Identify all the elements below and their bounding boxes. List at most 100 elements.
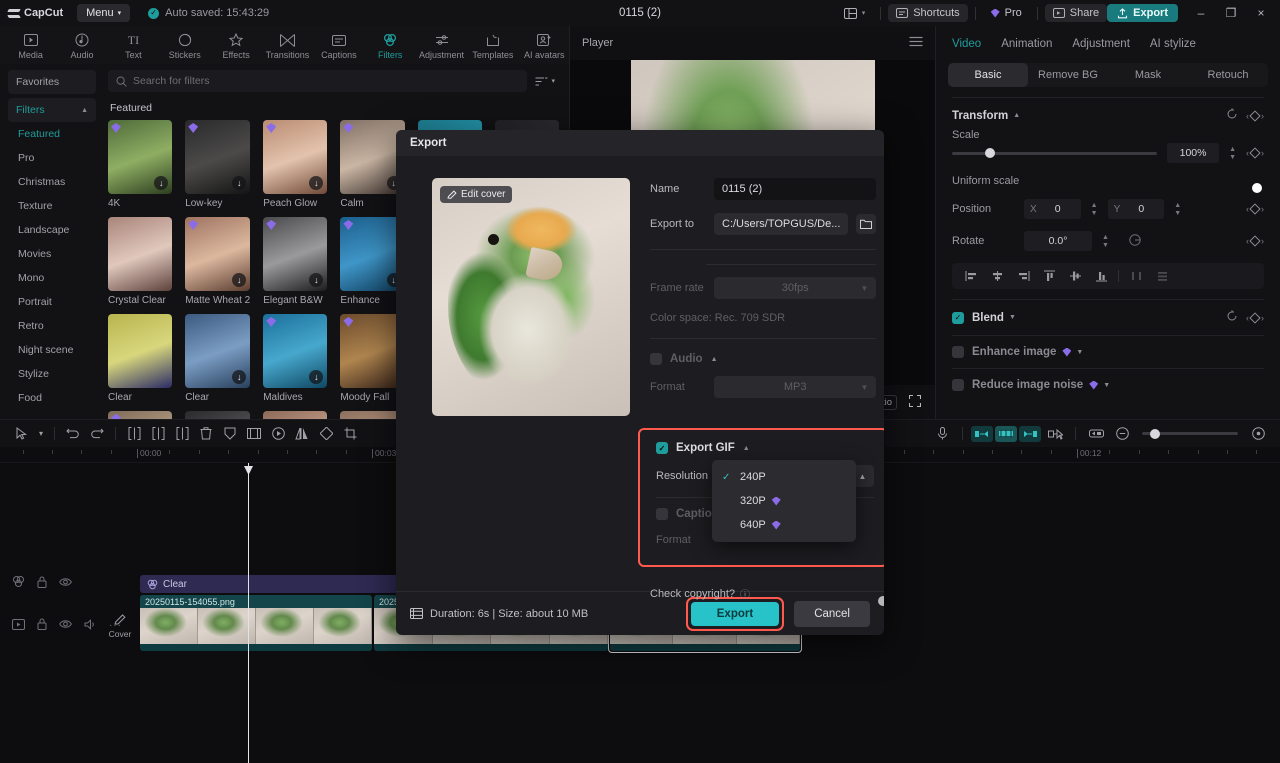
tool-tab-ai-avatars[interactable]: AI avatars [520,31,569,60]
download-icon[interactable]: ↓ [232,370,246,384]
crop-frame-icon[interactable] [242,424,266,444]
audio-checkbox[interactable] [650,353,662,365]
keyframe-control[interactable]: ‹› [1246,236,1264,246]
sidebar-item-movies[interactable]: Movies [8,242,96,266]
sidebar-item-retro[interactable]: Retro [8,314,96,338]
align-left-icon[interactable] [958,267,984,285]
position-x-stepper[interactable]: ▲▼ [1091,202,1098,217]
download-icon[interactable]: ↓ [309,176,323,190]
chevron-up-icon[interactable]: ▲ [1013,112,1020,119]
resolution-option-640p[interactable]: 640P [712,513,856,537]
position-y-field[interactable]: Y 0 [1108,199,1165,219]
sidebar-item-stylize[interactable]: Stylize [8,362,96,386]
tool-tab-transitions[interactable]: Transitions [263,31,312,60]
tool-tab-adjustment[interactable]: Adjustment [417,31,466,60]
maximize-button[interactable]: ❐ [1216,0,1246,26]
keyframe-control[interactable]: ‹› [1246,204,1264,214]
keyframe-control[interactable]: ‹› [1246,148,1264,158]
scale-value[interactable]: 100% [1167,143,1219,163]
shortcuts-button[interactable]: Shortcuts [888,4,967,22]
video-clip-1[interactable]: 20250115-154055.png [140,595,372,651]
auto-cut-middle-icon[interactable] [995,426,1017,442]
resolution-option-240p[interactable]: ✓ 240P [712,465,856,489]
chevron-up-icon[interactable]: ▲ [743,445,750,452]
chevron-up-icon[interactable]: ▲ [711,356,718,363]
select-tool-icon[interactable] [10,424,34,444]
pro-button[interactable]: Pro [983,4,1030,22]
sidebar-item-food[interactable]: Food [8,386,96,410]
preview-strip-icon[interactable] [1084,424,1108,444]
undo-icon[interactable] [61,424,85,444]
filter-card[interactable]: ↓Enhance [340,217,404,306]
blend-checkbox[interactable]: ✓ [952,312,964,324]
sidebar-item-texture[interactable]: Texture [8,194,96,218]
keyframe-control[interactable]: ‹› [1246,111,1264,121]
scale-slider[interactable] [952,152,1157,155]
slider-knob[interactable] [1150,429,1160,439]
frame-rate-select[interactable]: 30fps ▼ [714,277,876,299]
sidebar-item-pro[interactable]: Pro [8,146,96,170]
tab-animation[interactable]: Animation [1001,38,1052,50]
tool-tab-audio[interactable]: Audio [57,31,106,60]
trim-right-icon[interactable] [170,424,194,444]
sidebar-item-christmas[interactable]: Christmas [8,170,96,194]
filter-card[interactable]: ↓4K [108,120,172,209]
edit-cover-button[interactable]: Edit cover [440,186,512,203]
search-input[interactable]: Search for filters [108,70,527,92]
filter-card[interactable]: ↓Low-key [185,120,250,209]
rotate-stepper[interactable]: ▲▼ [1102,234,1109,249]
filter-card[interactable] [185,411,250,419]
tool-dropdown-icon[interactable]: ▾ [34,424,48,444]
audio-format-select[interactable]: MP3 ▼ [714,376,876,398]
tool-tab-captions[interactable]: Captions [314,31,363,60]
export-confirm-button[interactable]: Export [691,602,779,626]
menu-button[interactable]: Menu ▾ [77,4,130,22]
align-center-horizontal-icon[interactable] [984,267,1010,285]
filter-card[interactable]: ↓Clear [185,314,250,403]
trim-left-icon[interactable] [146,424,170,444]
cancel-button[interactable]: Cancel [794,601,870,627]
filter-card[interactable]: ↓Elegant B&W [263,217,327,306]
chevron-down-icon[interactable]: ▼ [1076,349,1083,356]
rotate-field[interactable]: 0.0° [1024,231,1092,251]
tool-tab-templates[interactable]: Templates [468,31,517,60]
tool-tab-stickers[interactable]: Stickers [160,31,209,60]
lock-icon[interactable] [37,576,47,591]
name-input[interactable]: 0115 (2) [714,178,876,200]
timeline-zoom-slider[interactable] [1142,432,1238,435]
redo-icon[interactable] [85,424,109,444]
align-center-vertical-icon[interactable] [1062,267,1088,285]
sidebar-item-mono[interactable]: Mono [8,266,96,290]
layout-switch-button[interactable]: ▾ [836,5,874,22]
download-icon[interactable]: ↓ [309,273,323,287]
reset-icon[interactable] [1226,108,1238,123]
close-button[interactable]: × [1246,0,1276,26]
hamburger-icon[interactable] [909,36,923,50]
segment-mask[interactable]: Mask [1108,63,1188,87]
export-button-titlebar[interactable]: Export [1107,4,1178,22]
share-button[interactable]: Share [1045,4,1107,22]
eye-icon[interactable] [59,619,72,632]
info-icon[interactable]: ⓘ [740,586,750,601]
align-right-icon[interactable] [1010,267,1036,285]
tab-ai-stylize[interactable]: AI stylize [1150,38,1196,50]
browse-folder-button[interactable] [856,214,876,234]
crop-icon[interactable] [338,424,362,444]
rotate-dial-icon[interactable] [1127,232,1143,251]
playhead[interactable] [248,463,249,763]
mirror-icon[interactable] [290,424,314,444]
auto-cut-start-icon[interactable] [971,426,993,442]
playhead-handle[interactable] [244,466,253,475]
tool-tab-text[interactable]: TI Text [109,31,158,60]
sidebar-item-night-scene[interactable]: Night scene [8,338,96,362]
chevron-down-icon[interactable]: ▼ [1103,382,1110,389]
align-top-icon[interactable] [1036,267,1062,285]
enhance-image-checkbox[interactable] [952,346,964,358]
video-track-icon[interactable] [12,619,25,633]
segment-retouch[interactable]: Retouch [1188,63,1268,87]
align-bottom-icon[interactable] [1088,267,1114,285]
auto-cut-end-icon[interactable] [1019,426,1041,442]
filter-card[interactable]: Crystal Clear [108,217,172,306]
edit-cursor-icon[interactable] [1043,424,1067,444]
minimize-button[interactable]: – [1186,0,1216,26]
